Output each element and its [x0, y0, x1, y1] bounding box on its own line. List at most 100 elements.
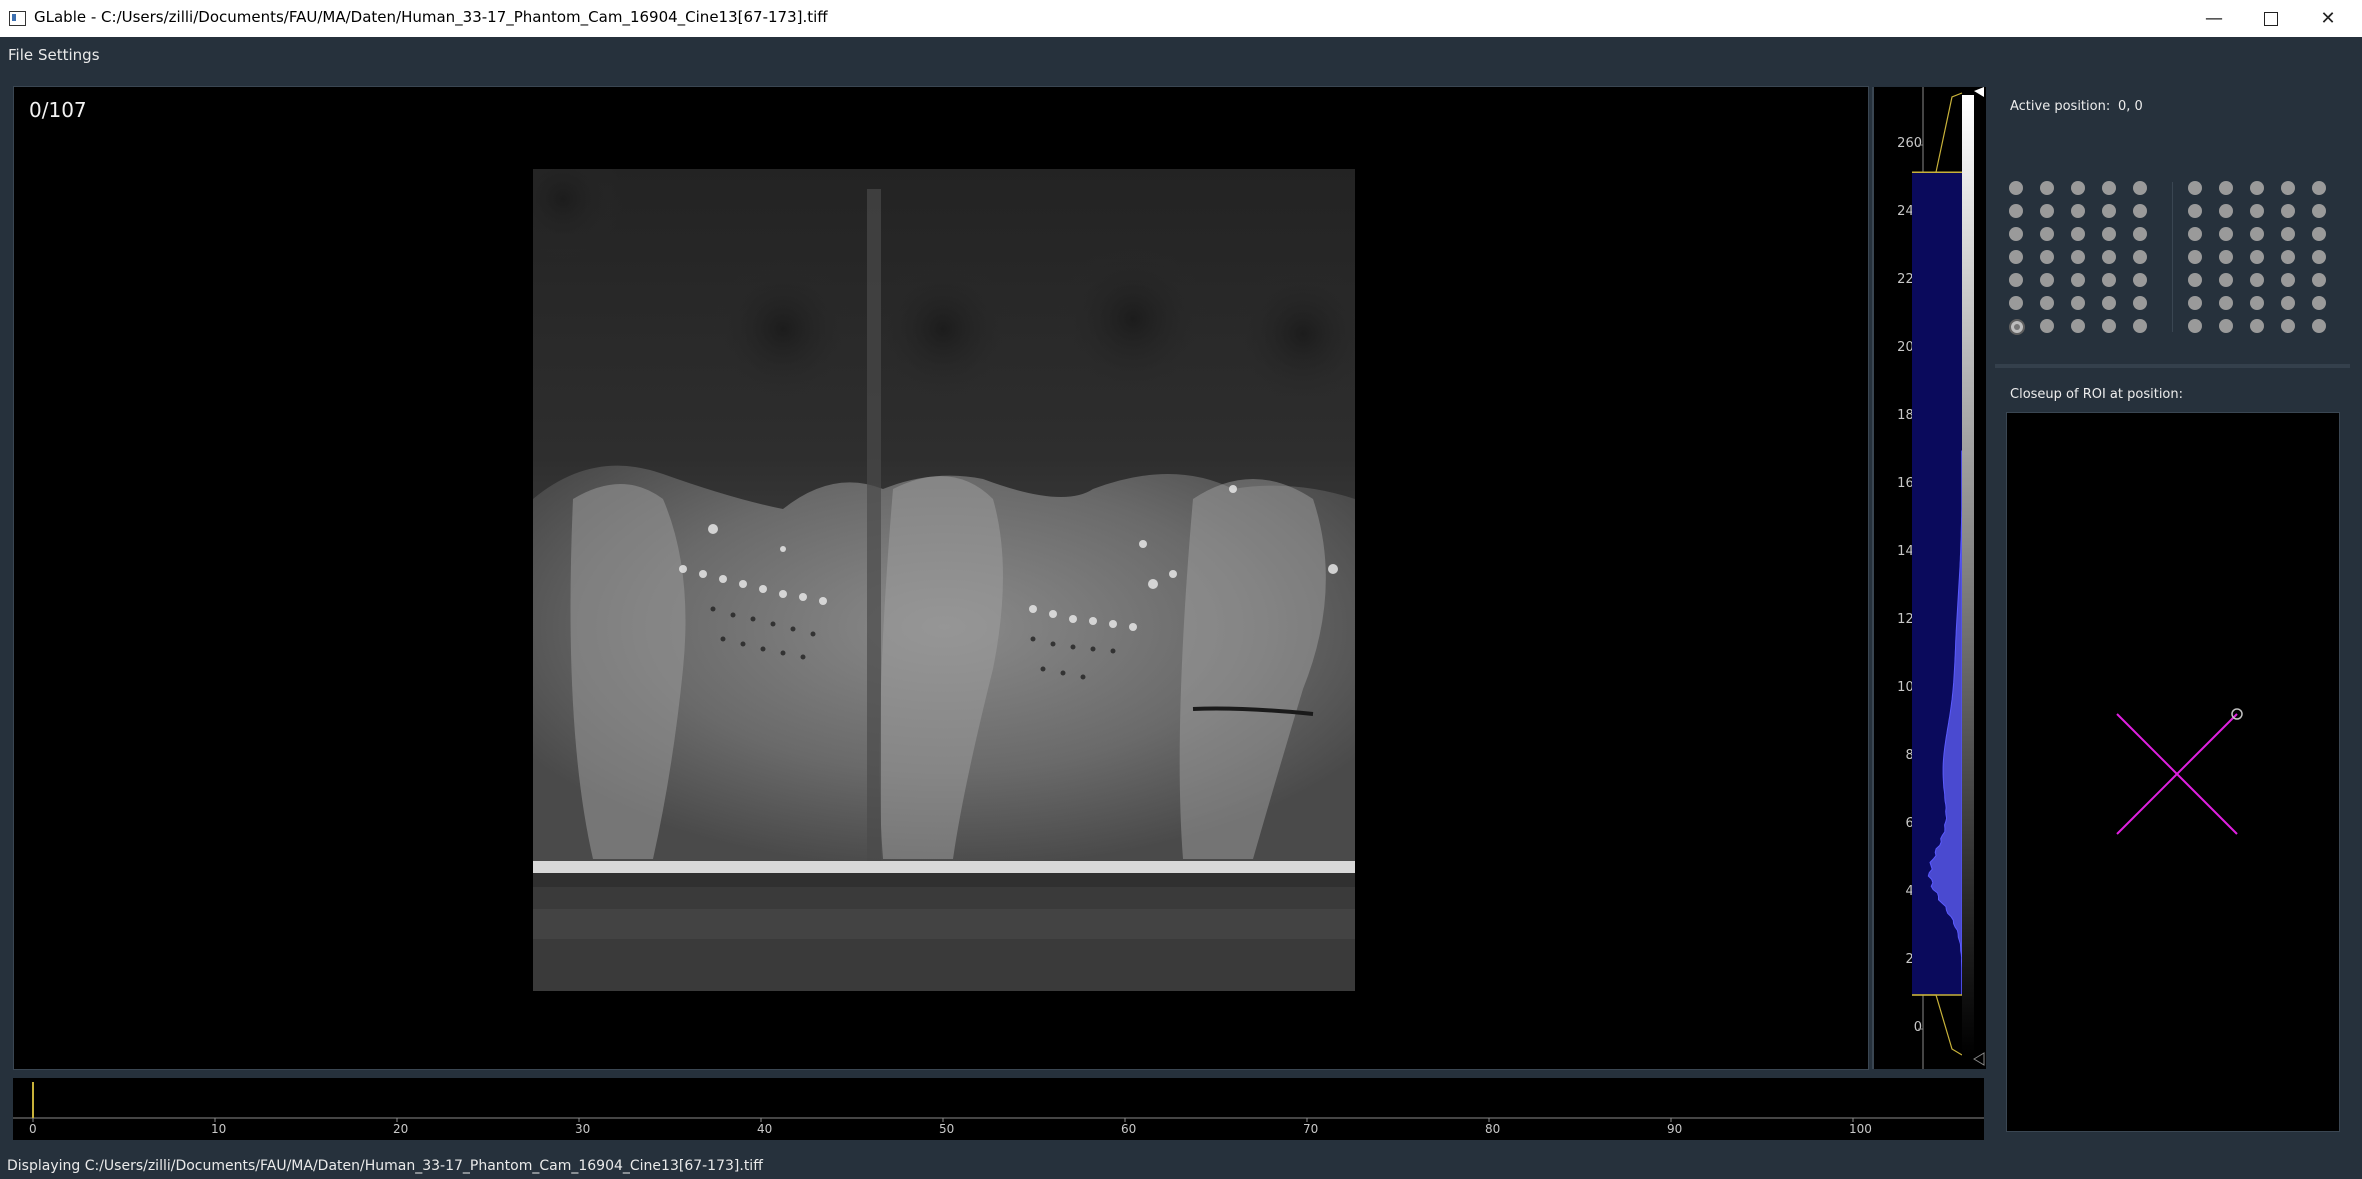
- position-dot[interactable]: [2071, 204, 2085, 218]
- histogram-widget[interactable]: 260 240 220 200 180 160 140 120 100 80 6…: [1872, 87, 1986, 1069]
- position-dot[interactable]: [2102, 296, 2116, 310]
- position-dot[interactable]: [2133, 273, 2147, 287]
- position-dot[interactable]: [2188, 273, 2202, 287]
- timeline-tick: 50: [939, 1122, 955, 1136]
- position-dot[interactable]: [2133, 181, 2147, 195]
- gradient-handle-bottom[interactable]: [1973, 1052, 1985, 1066]
- position-dot[interactable]: [2102, 273, 2116, 287]
- position-dot[interactable]: [2312, 296, 2326, 310]
- position-dot[interactable]: [2281, 204, 2295, 218]
- position-dot[interactable]: [2219, 227, 2233, 241]
- position-dot[interactable]: [2312, 250, 2326, 264]
- close-button[interactable]: ✕: [2300, 0, 2356, 37]
- position-dot[interactable]: [2133, 319, 2147, 333]
- title-bar: GLable - C:/Users/zilli/Documents/FAU/MA…: [0, 0, 2362, 37]
- active-position-value: 0, 0: [2118, 99, 2143, 114]
- position-dot[interactable]: [2009, 204, 2023, 218]
- menu-settings[interactable]: Settings: [38, 46, 100, 64]
- timeline-tick: 10: [211, 1122, 227, 1136]
- position-dot[interactable]: [2071, 227, 2085, 241]
- phantom-image[interactable]: [533, 169, 1355, 991]
- panel-splitter[interactable]: [1995, 364, 2350, 368]
- minimize-button[interactable]: —: [2186, 0, 2242, 37]
- position-dot[interactable]: [2102, 204, 2116, 218]
- gradient-bar[interactable]: [1962, 95, 1974, 1055]
- position-dot[interactable]: [2281, 250, 2295, 264]
- timeline-tick: 20: [393, 1122, 409, 1136]
- frame-counter: 0/107: [29, 98, 87, 122]
- position-dot[interactable]: [2071, 181, 2085, 195]
- position-dot[interactable]: [2312, 273, 2326, 287]
- position-dot[interactable]: [2102, 227, 2116, 241]
- maximize-button[interactable]: [2243, 0, 2299, 37]
- position-dot[interactable]: [2040, 319, 2054, 333]
- position-dot[interactable]: [2281, 227, 2295, 241]
- position-dot[interactable]: [2102, 181, 2116, 195]
- roi-crosshair[interactable]: [2007, 413, 2339, 1131]
- position-dot[interactable]: [2219, 181, 2233, 195]
- position-dot[interactable]: [2188, 227, 2202, 241]
- position-dot[interactable]: [2071, 296, 2085, 310]
- window-title: GLable - C:/Users/zilli/Documents/FAU/MA…: [34, 8, 828, 26]
- timeline-tick: 90: [1667, 1122, 1683, 1136]
- menu-file[interactable]: File: [8, 46, 33, 64]
- position-dot[interactable]: [2312, 204, 2326, 218]
- minimize-icon: —: [2205, 8, 2223, 29]
- position-dot[interactable]: [2250, 273, 2264, 287]
- position-dot[interactable]: [2188, 319, 2202, 333]
- position-dot[interactable]: [2188, 296, 2202, 310]
- frame-timeline[interactable]: 0 10 20 30 40 50 60 70 80 90 100: [13, 1078, 1984, 1140]
- position-dot[interactable]: [2071, 273, 2085, 287]
- position-dot[interactable]: [2312, 181, 2326, 195]
- position-dot[interactable]: [2188, 204, 2202, 218]
- position-dot[interactable]: [2219, 204, 2233, 218]
- position-dot[interactable]: [2009, 296, 2023, 310]
- position-dot[interactable]: [2071, 319, 2085, 333]
- position-dot[interactable]: [2009, 227, 2023, 241]
- position-dot[interactable]: [2250, 181, 2264, 195]
- position-dot[interactable]: [2133, 250, 2147, 264]
- position-dot[interactable]: [2281, 319, 2295, 333]
- menu-bar: File Settings: [0, 37, 2362, 71]
- position-dot[interactable]: [2219, 273, 2233, 287]
- image-viewer[interactable]: 0/107: [13, 86, 1869, 1070]
- position-dot[interactable]: [2009, 273, 2023, 287]
- position-dot[interactable]: [2133, 296, 2147, 310]
- position-dot[interactable]: [2312, 319, 2326, 333]
- timeline-tick: 40: [757, 1122, 773, 1136]
- position-dot[interactable]: [2133, 227, 2147, 241]
- position-dot[interactable]: [2133, 204, 2147, 218]
- position-dot[interactable]: [2040, 250, 2054, 264]
- position-dot[interactable]: [2219, 296, 2233, 310]
- position-dot[interactable]: [2102, 319, 2116, 333]
- position-dot[interactable]: [2009, 250, 2023, 264]
- position-dot[interactable]: [2188, 181, 2202, 195]
- position-dot[interactable]: [2040, 273, 2054, 287]
- gradient-handle-top[interactable]: [1974, 87, 1984, 97]
- position-dot-active[interactable]: [2009, 319, 2025, 335]
- position-dot[interactable]: [2188, 250, 2202, 264]
- position-dot[interactable]: [2250, 319, 2264, 333]
- position-dot[interactable]: [2219, 319, 2233, 333]
- position-dot[interactable]: [2102, 250, 2116, 264]
- position-dot[interactable]: [2250, 227, 2264, 241]
- histogram-plot[interactable]: [1874, 87, 1986, 1069]
- position-dot[interactable]: [2281, 181, 2295, 195]
- position-dot[interactable]: [2040, 227, 2054, 241]
- position-dot[interactable]: [2250, 250, 2264, 264]
- position-dot[interactable]: [2040, 181, 2054, 195]
- app-icon: [9, 11, 26, 26]
- position-dot[interactable]: [2009, 181, 2023, 195]
- position-dot[interactable]: [2281, 273, 2295, 287]
- position-dot[interactable]: [2312, 227, 2326, 241]
- close-icon: ✕: [2320, 8, 2336, 29]
- position-dot[interactable]: [2250, 204, 2264, 218]
- position-dot[interactable]: [2281, 296, 2295, 310]
- position-dot[interactable]: [2250, 296, 2264, 310]
- position-dot[interactable]: [2219, 250, 2233, 264]
- position-dot[interactable]: [2071, 250, 2085, 264]
- roi-closeup[interactable]: [2006, 412, 2340, 1132]
- position-dot[interactable]: [2040, 204, 2054, 218]
- position-dot[interactable]: [2040, 296, 2054, 310]
- position-grid[interactable]: [1995, 160, 2350, 350]
